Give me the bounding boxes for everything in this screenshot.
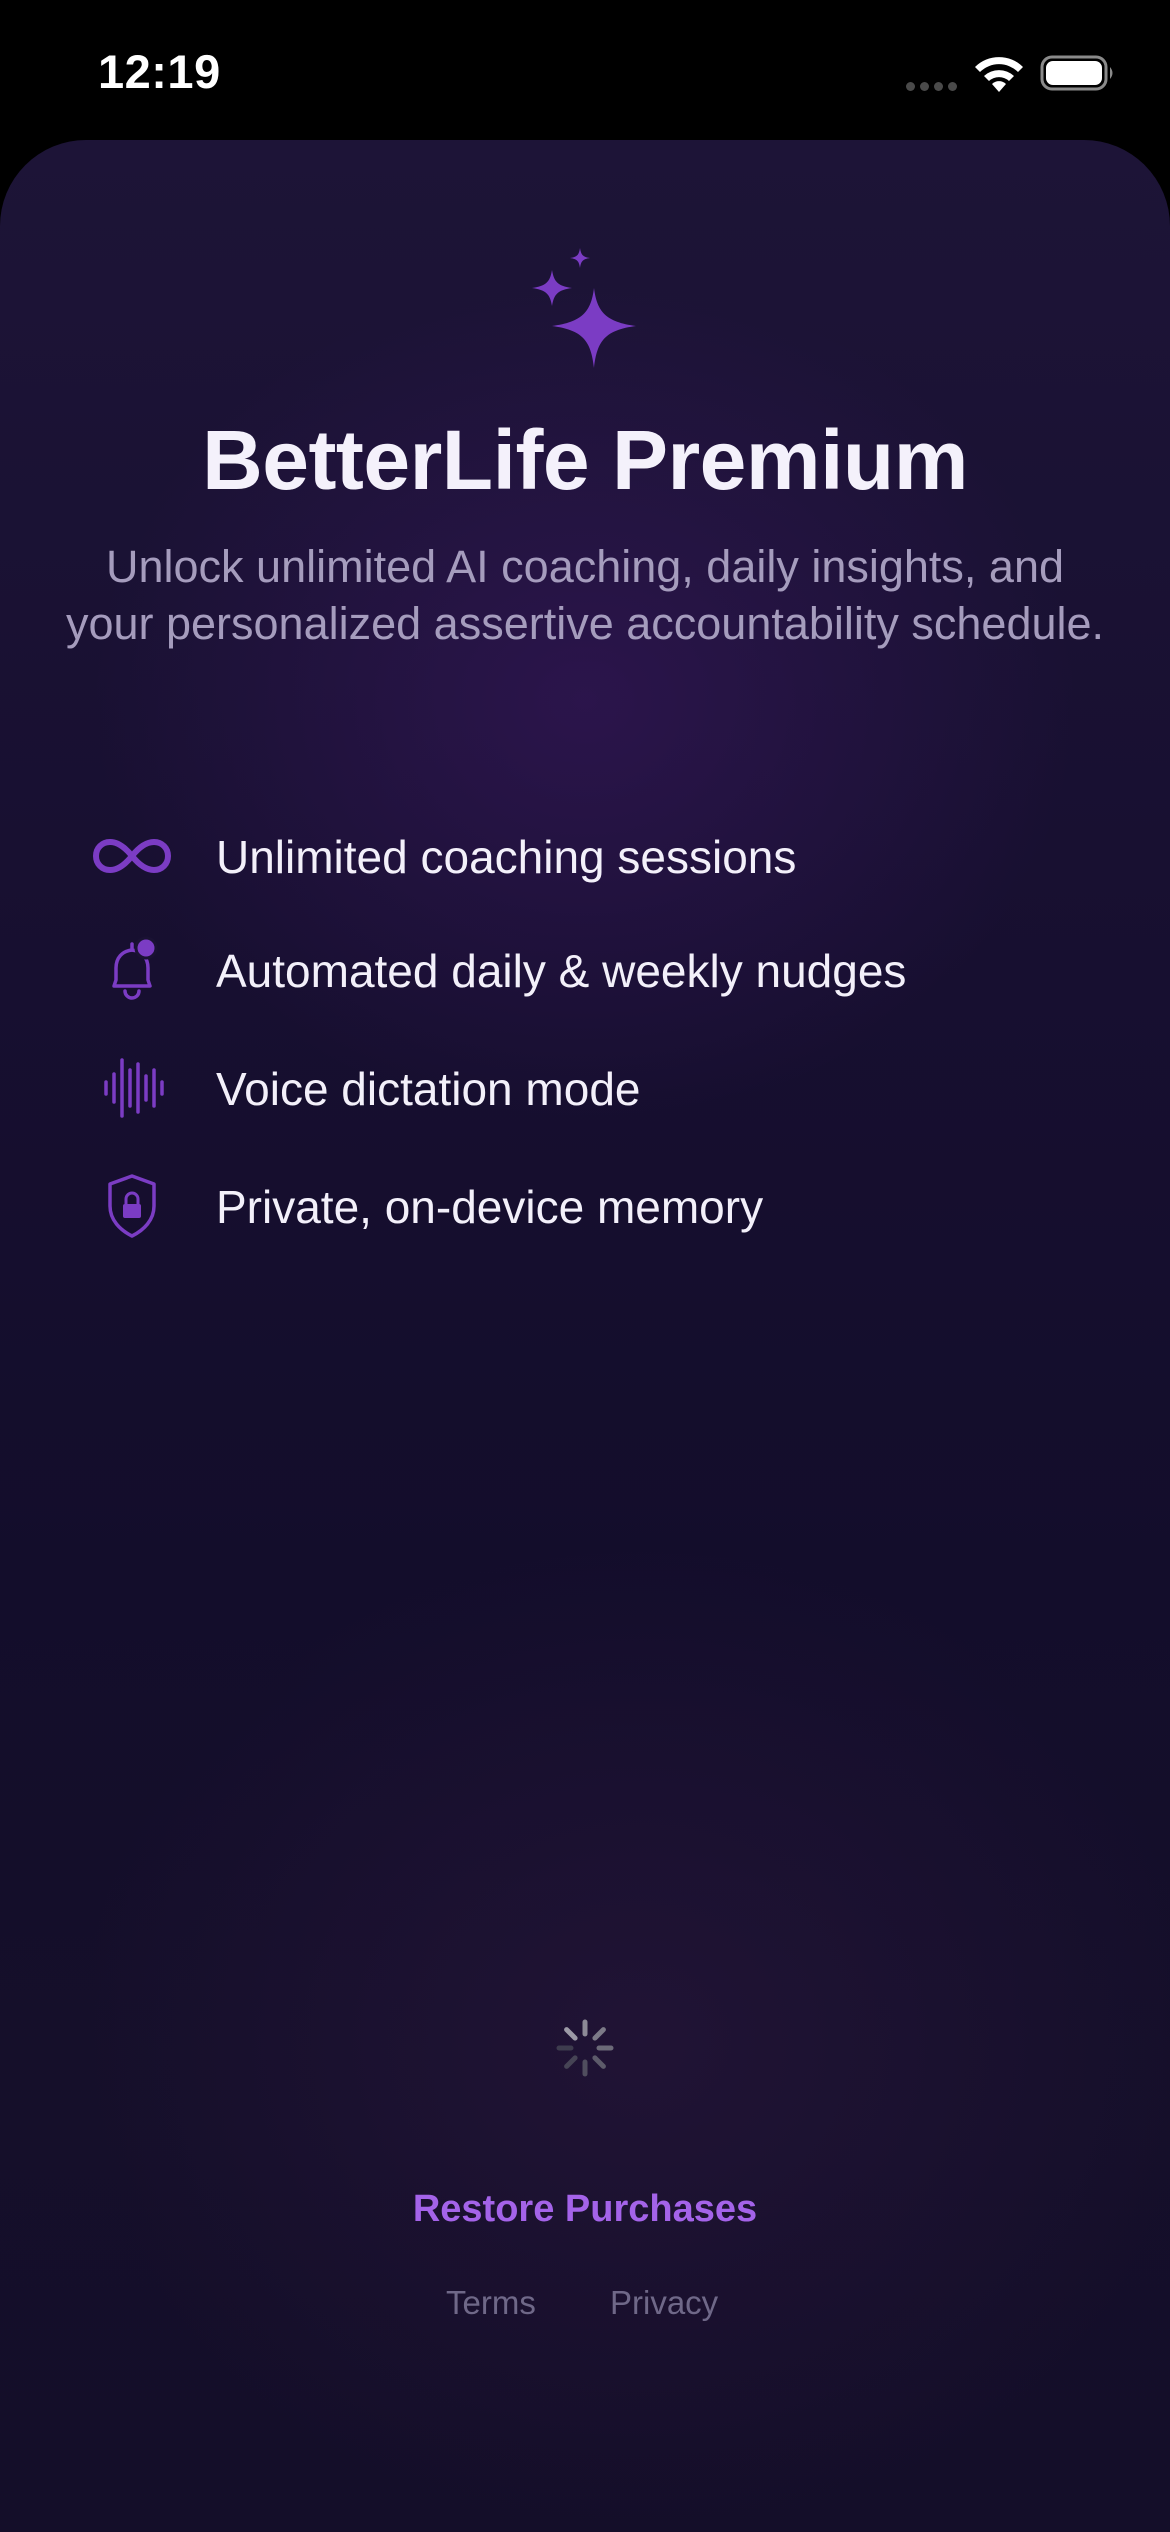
paywall-title: BetterLife Premium — [202, 413, 968, 507]
premium-paywall-sheet: BetterLife Premium Unlock unlimited AI c… — [0, 140, 1170, 2532]
spinner-icon — [556, 2019, 614, 2077]
feature-item: Automated daily & weekly nudges — [0, 930, 1170, 1010]
cellular-signal-icon — [906, 82, 958, 92]
feature-label: Automated daily & weekly nudges — [216, 945, 907, 997]
battery-icon — [1040, 55, 1113, 91]
feature-label: Private, on-device memory — [216, 1181, 764, 1233]
feature-label: Unlimited coaching sessions — [216, 831, 797, 883]
bell-badge-icon — [112, 936, 158, 1000]
sparkles-icon — [532, 248, 636, 368]
privacy-link[interactable]: Privacy — [610, 2284, 718, 2322]
waveform-icon — [104, 1058, 164, 1118]
feature-item: Voice dictation mode — [0, 1048, 1170, 1128]
status-bar: 12:19 — [0, 0, 1170, 140]
wifi-icon — [975, 57, 1023, 92]
feature-label: Voice dictation mode — [216, 1063, 641, 1115]
terms-link[interactable]: Terms — [446, 2284, 536, 2322]
lock-shield-icon — [108, 1174, 156, 1238]
feature-item: Private, on-device memory — [0, 1166, 1170, 1246]
restore-purchases-button[interactable]: Restore Purchases — [385, 2188, 785, 2231]
paywall-subtitle: Unlock unlimited AI coaching, daily insi… — [65, 541, 1105, 649]
status-time: 12:19 — [98, 45, 221, 98]
feature-item: Unlimited coaching sessions — [0, 816, 1170, 896]
infinity-icon — [93, 839, 171, 873]
